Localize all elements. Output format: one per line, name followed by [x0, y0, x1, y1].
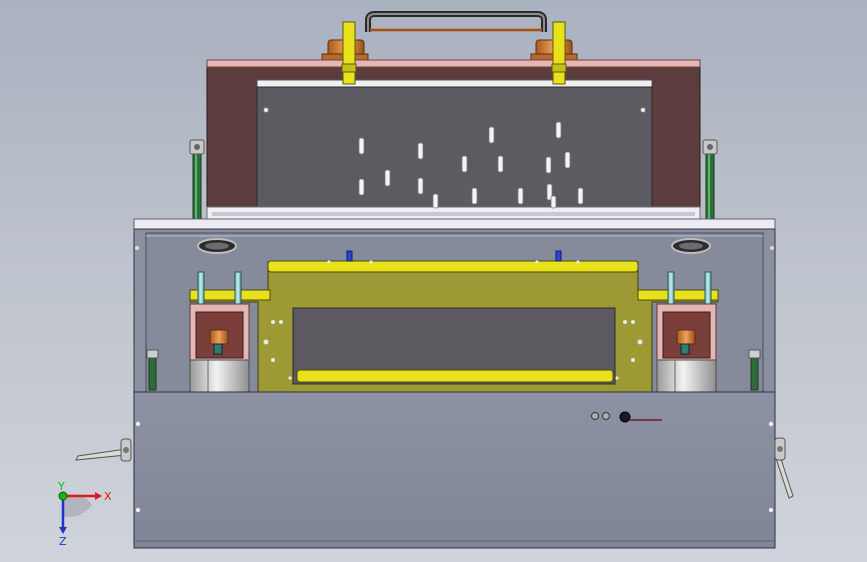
cad-viewport[interactable]: X Y Z: [0, 0, 867, 562]
lever-handle-left[interactable]: [75, 438, 132, 462]
lever-handle-right[interactable]: [774, 437, 794, 499]
oval-port-right: [671, 238, 711, 254]
oval-port-left: [197, 238, 237, 254]
y-axis-dot: [58, 491, 68, 501]
side-rod-right: [702, 139, 718, 223]
top-handle: [365, 11, 547, 32]
blue-pin-left: [346, 250, 353, 262]
x-axis-label: X: [104, 490, 112, 503]
yellow-bracket-left: [341, 21, 357, 85]
upper-housing: [206, 59, 701, 222]
lower-guide-left: [146, 349, 159, 391]
coordinate-triad: X Y Z: [57, 480, 112, 548]
indicator-light-2[interactable]: [602, 412, 610, 420]
side-rod-left: [189, 139, 205, 223]
assembly-drawing: X Y Z: [57, 11, 794, 549]
y-axis-label: Y: [57, 480, 65, 493]
lower-guide-right: [748, 349, 761, 391]
front-panel: [133, 391, 776, 549]
blue-pin-right: [555, 250, 562, 262]
yellow-bracket-right: [551, 21, 567, 85]
indicator-light-1[interactable]: [591, 412, 599, 420]
z-axis-label: Z: [59, 535, 67, 548]
